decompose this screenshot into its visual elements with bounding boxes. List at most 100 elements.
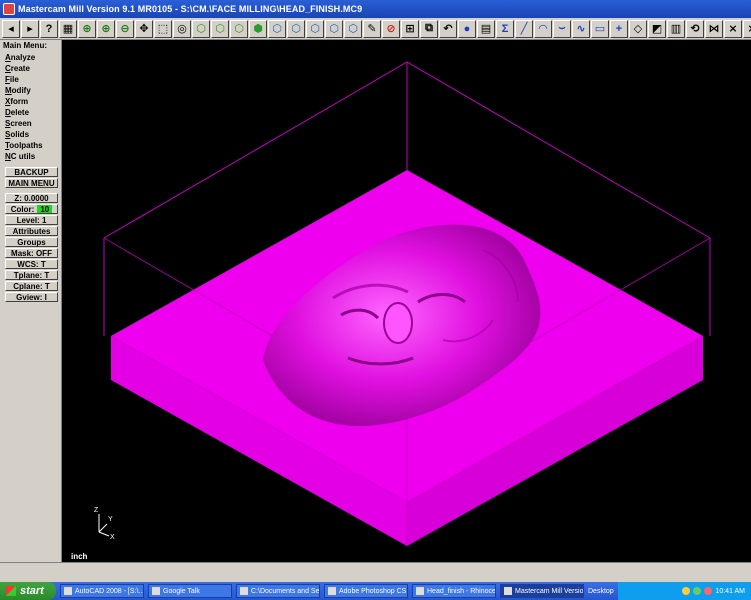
tplane-field[interactable]: Tplane: T	[5, 270, 58, 280]
color-value: 10	[37, 205, 53, 214]
menu-item-file[interactable]: File	[0, 74, 61, 85]
menu-item-nc-utils[interactable]: NC utils	[0, 151, 61, 162]
zoom-region-button[interactable]: ⊕	[78, 19, 96, 38]
z-value: 0.0000	[24, 194, 49, 203]
drill-button[interactable]: ▥	[667, 19, 685, 38]
more-button[interactable]: ⨯	[743, 19, 751, 38]
wcs-value: T	[40, 260, 46, 269]
arc-button[interactable]: ◠	[534, 19, 552, 38]
zoom-region-icon: ⊕	[82, 23, 92, 35]
color-field[interactable]: Color: 10	[5, 204, 58, 214]
taskbar-task[interactable]: C:\Documents and Se...	[236, 584, 320, 598]
measure-button[interactable]: ⊞	[401, 19, 419, 38]
cube-2-button[interactable]: ⬡	[287, 19, 305, 38]
windows-taskbar: start AutoCAD 2008 - [S:\... Google Talk C…	[0, 582, 751, 600]
sigma-button[interactable]: Σ	[496, 19, 514, 38]
fit-icon: ◎	[177, 23, 187, 35]
rotate-button[interactable]: ⟲	[686, 19, 704, 38]
curve-button[interactable]: ⌣	[553, 19, 571, 38]
cplane-value: T	[44, 282, 50, 291]
help-button[interactable]: ?	[40, 19, 58, 38]
main-menu-panel: Main Menu: Analyze Create File Modify Xform D…	[0, 40, 62, 562]
zoom-in-button[interactable]: ⊕	[97, 19, 115, 38]
calculator-button[interactable]: ▦	[59, 19, 77, 38]
groups-button[interactable]: Groups	[5, 237, 58, 247]
main-menu-button[interactable]: MAIN MENU	[5, 178, 58, 188]
shade-button[interactable]: ●	[458, 19, 476, 38]
curve-icon: ⌣	[558, 22, 566, 34]
transform-icon: ⧉	[425, 22, 433, 34]
fit-button[interactable]: ◎	[173, 19, 191, 38]
gview-top-button[interactable]: ⬡	[192, 19, 210, 38]
menu-item-delete[interactable]: Delete	[0, 107, 61, 118]
menu-item-solids[interactable]: Solids	[0, 129, 61, 140]
axis-x-line	[98, 531, 110, 537]
surface-button[interactable]: ◇	[629, 19, 647, 38]
no-entry-button[interactable]: ⊘	[382, 19, 400, 38]
cplane-label: Cplane:	[13, 282, 43, 291]
forward-arrow-button[interactable]: ▸	[21, 19, 39, 38]
menu-item-label: elete	[10, 108, 30, 117]
start-button[interactable]: start	[0, 582, 56, 600]
axis-y-label: Y	[108, 516, 113, 523]
chamfer-button[interactable]: ◩	[648, 19, 666, 38]
menu-item-xform[interactable]: Xform	[0, 96, 61, 107]
pan-button[interactable]: ✥	[135, 19, 153, 38]
level-field[interactable]: Level: 1	[5, 215, 58, 225]
menu-item-modify[interactable]: Modify	[0, 85, 61, 96]
level-value: 1	[41, 216, 47, 225]
cube-5-button[interactable]: ⬡	[344, 19, 362, 38]
attributes-button[interactable]: Attributes	[5, 226, 58, 236]
undo-button[interactable]: ↶	[439, 19, 457, 38]
task-app-icon	[328, 587, 336, 595]
menu-item-toolpaths[interactable]: Toolpaths	[0, 140, 61, 151]
cube-2-icon: ⬡	[291, 23, 301, 35]
backup-button[interactable]: BACKUP	[5, 167, 58, 177]
mask-field[interactable]: Mask: OFF	[5, 248, 58, 258]
graphics-viewport[interactable]: Z Y X inch	[63, 40, 751, 562]
level-button[interactable]: ▤	[477, 19, 495, 38]
taskbar-task[interactable]: AutoCAD 2008 - [S:\...	[60, 584, 144, 598]
spline-button[interactable]: ∿	[572, 19, 590, 38]
cube-1-button[interactable]: ⬡	[268, 19, 286, 38]
taskbar-task[interactable]: Mastercam Mill Versio...	[500, 584, 584, 598]
select-button[interactable]: ⬚	[154, 19, 172, 38]
cube-1-icon: ⬡	[272, 23, 282, 35]
tray-icon[interactable]	[693, 587, 702, 595]
wcs-field[interactable]: WCS: T	[5, 259, 58, 269]
system-tray: 10:41 AM	[617, 582, 751, 600]
trim-button[interactable]: ⨯	[724, 19, 742, 38]
cube-3-button[interactable]: ⬡	[306, 19, 324, 38]
plus-button[interactable]: +	[610, 19, 628, 38]
gview-side-button[interactable]: ⬡	[230, 19, 248, 38]
taskbar-task[interactable]: Head_finish - Rhinoce...	[412, 584, 496, 598]
gview-top-icon: ⬡	[196, 23, 206, 35]
back-arrow-button[interactable]: ◂	[2, 19, 20, 38]
gview-field[interactable]: Gview: I	[5, 292, 58, 302]
back-arrow-icon: ◂	[8, 23, 14, 35]
cplane-field[interactable]: Cplane: T	[5, 281, 58, 291]
tray-icon[interactable]	[682, 587, 691, 595]
menu-item-hotkey: M	[5, 86, 12, 95]
rectangle-button[interactable]: ▭	[591, 19, 609, 38]
mirror-button[interactable]: ⋈	[705, 19, 723, 38]
task-label: Google Talk	[163, 587, 200, 595]
menu-item-screen[interactable]: Screen	[0, 118, 61, 129]
z-depth-field[interactable]: Z: 0.0000	[5, 193, 58, 203]
gview-front-button[interactable]: ⬡	[211, 19, 229, 38]
tray-icon[interactable]	[704, 587, 713, 595]
zoom-out-button[interactable]: ⊖	[116, 19, 134, 38]
gview-iso-button[interactable]: ⬢	[249, 19, 267, 38]
menu-item-create[interactable]: Create	[0, 63, 61, 74]
cube-4-button[interactable]: ⬡	[325, 19, 343, 38]
desktop-toolbar-button[interactable]: Desktop	[588, 584, 614, 598]
task-label: C:\Documents and Se...	[251, 587, 320, 595]
menu-item-analyze[interactable]: Analyze	[0, 52, 61, 63]
taskbar-task[interactable]: Adobe Photoshop CS...	[324, 584, 408, 598]
menu-item-label: ile	[9, 75, 19, 84]
transform-button[interactable]: ⧉	[420, 19, 438, 38]
title-bar: Mastercam Mill Version 9.1 MR0105 - S:\C…	[0, 0, 751, 18]
pencil-button[interactable]: ✎	[363, 19, 381, 38]
line-button[interactable]: ╱	[515, 19, 533, 38]
taskbar-task[interactable]: Google Talk	[148, 584, 232, 598]
